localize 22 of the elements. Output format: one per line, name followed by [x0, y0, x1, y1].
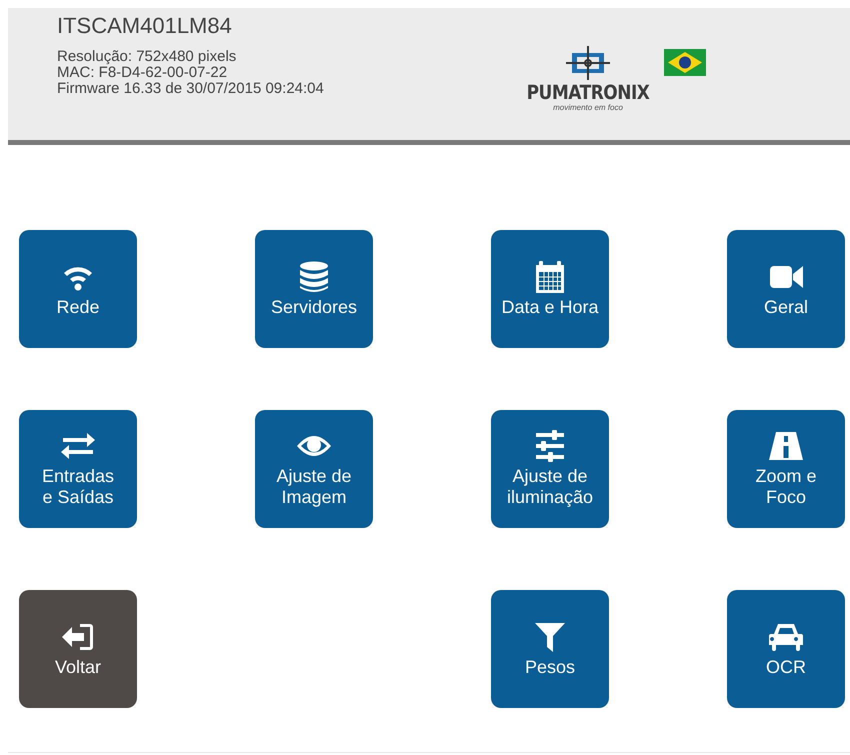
logo-name: PUMATRONIX — [526, 82, 650, 104]
menu-tile[interactable]: Geral — [727, 230, 845, 348]
device-info: MAC: F8-D4-62-00-07-22 — [57, 65, 228, 81]
menu-tile[interactable]: Entradas e Saídas — [19, 410, 137, 528]
menu-tile[interactable]: Servidores — [255, 230, 373, 348]
menu-tile[interactable]: Zoom e Foco — [727, 410, 845, 528]
logo-tagline: movimento em foco — [553, 103, 623, 112]
menu-tile[interactable]: Data e Hora — [491, 230, 609, 348]
device-info: Firmware 16.33 de 30/07/2015 09:24:04 — [57, 81, 325, 97]
menu-tile[interactable]: Ajuste de iluminação — [491, 410, 609, 528]
menu-tile[interactable]: Pesos — [491, 590, 609, 708]
road-icon — [768, 430, 804, 462]
flag-icon[interactable] — [664, 49, 706, 76]
menu-tile[interactable]: Rede — [19, 230, 137, 348]
device-info: Resolução: 752x480 pixels — [57, 49, 238, 65]
back-button[interactable]: Voltar — [19, 590, 137, 708]
menu-tile[interactable]: OCR — [727, 590, 845, 708]
camera-target-icon — [563, 46, 613, 80]
menu-tile[interactable]: Ajuste de Imagem — [255, 410, 373, 528]
device-title: ITSCAM401LM84 — [57, 13, 233, 39]
swap-arrows-icon — [60, 430, 96, 462]
filter-icon — [532, 620, 568, 652]
